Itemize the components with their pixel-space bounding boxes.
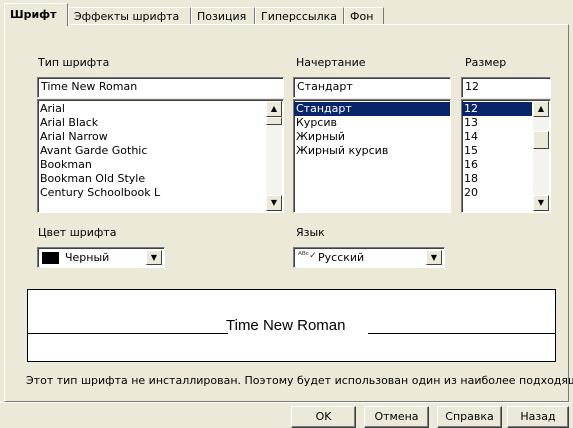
tab-label: Шрифт: [10, 8, 57, 21]
scroll-up-icon[interactable]: ▲: [533, 101, 549, 117]
preview-text: Time New Roman: [226, 317, 346, 334]
scroll-up-icon[interactable]: ▲: [266, 101, 282, 117]
list-item[interactable]: Arial Narrow: [38, 130, 283, 144]
list-item[interactable]: 13: [462, 116, 532, 130]
color-swatch: [42, 252, 59, 264]
list-item[interactable]: Жирный курсив: [294, 144, 450, 158]
color-value: Черный: [65, 251, 110, 264]
font-family-list[interactable]: Arial Arial Black Arial Narrow Avant Gar…: [37, 99, 284, 213]
ok-button[interactable]: OK: [291, 406, 356, 428]
list-item[interactable]: 14: [462, 130, 532, 144]
language-select[interactable]: ᴬᴮᶜ✓ Русский ▼: [293, 247, 445, 268]
tab-font[interactable]: Шрифт: [4, 3, 68, 26]
chevron-down-icon[interactable]: ▼: [146, 250, 162, 265]
list-item[interactable]: 16: [462, 158, 532, 172]
font-size-list[interactable]: 12 13 14 15 16 18 20 ▲ ▼: [461, 99, 551, 213]
list-item[interactable]: Жирный: [294, 130, 450, 144]
font-style-label: Начертание: [296, 56, 366, 69]
font-style-input[interactable]: Стандарт: [293, 77, 451, 98]
tab-background[interactable]: Фон: [344, 7, 384, 25]
font-list-scrollbar[interactable]: ▲ ▼: [266, 101, 282, 211]
list-item[interactable]: Arial Black: [38, 116, 283, 130]
list-item[interactable]: Стандарт: [294, 102, 450, 116]
font-preview: Time New Roman: [27, 289, 556, 362]
font-size-label: Размер: [465, 56, 507, 69]
list-item[interactable]: Avant Garde Gothic: [38, 144, 283, 158]
help-button[interactable]: Справка: [437, 406, 502, 428]
scroll-thumb[interactable]: [533, 131, 549, 149]
list-item[interactable]: Century Schoolbook L: [38, 186, 283, 200]
list-item[interactable]: Bookman: [38, 158, 283, 172]
list-item[interactable]: 15: [462, 144, 532, 158]
tab-label: Фон: [350, 10, 374, 23]
tab-label: Гиперссылка: [261, 10, 337, 23]
language-label: Язык: [296, 226, 325, 239]
font-style-list[interactable]: Стандарт Курсив Жирный Жирный курсив: [293, 99, 451, 213]
tab-position[interactable]: Позиция: [191, 7, 255, 25]
list-item[interactable]: 12: [462, 102, 532, 116]
font-family-input[interactable]: Time New Roman: [37, 77, 284, 98]
font-color-select[interactable]: Черный ▼: [37, 247, 165, 268]
tab-font-effects[interactable]: Эффекты шрифта: [68, 7, 191, 25]
list-item[interactable]: 18: [462, 172, 532, 186]
font-size-input[interactable]: 12: [461, 77, 551, 98]
cancel-button[interactable]: Отмена: [364, 406, 429, 428]
chevron-down-icon[interactable]: ▼: [426, 250, 442, 265]
spellcheck-icon: ᴬᴮᶜ✓: [298, 251, 317, 261]
status-message: Этот тип шрифта не инсталлирован. Поэтом…: [26, 374, 573, 387]
list-item[interactable]: Arial: [38, 102, 283, 116]
tab-hyperlink[interactable]: Гиперссылка: [255, 7, 344, 25]
scroll-down-icon[interactable]: ▼: [266, 195, 282, 211]
list-item[interactable]: Bookman Old Style: [38, 172, 283, 186]
font-family-label: Тип шрифта: [38, 56, 110, 69]
preview-baseline-left: [28, 333, 228, 334]
font-color-label: Цвет шрифта: [38, 226, 117, 239]
scroll-down-icon[interactable]: ▼: [533, 195, 549, 211]
tab-label: Эффекты шрифта: [74, 10, 180, 23]
back-button[interactable]: Назад: [507, 406, 569, 428]
list-item[interactable]: Курсив: [294, 116, 450, 130]
list-item[interactable]: 20: [462, 186, 532, 200]
preview-baseline-right: [368, 333, 555, 334]
language-value: Русский: [318, 251, 365, 264]
tab-label: Позиция: [197, 10, 247, 23]
size-list-scrollbar[interactable]: ▲ ▼: [533, 101, 549, 211]
scroll-thumb[interactable]: [266, 117, 282, 125]
